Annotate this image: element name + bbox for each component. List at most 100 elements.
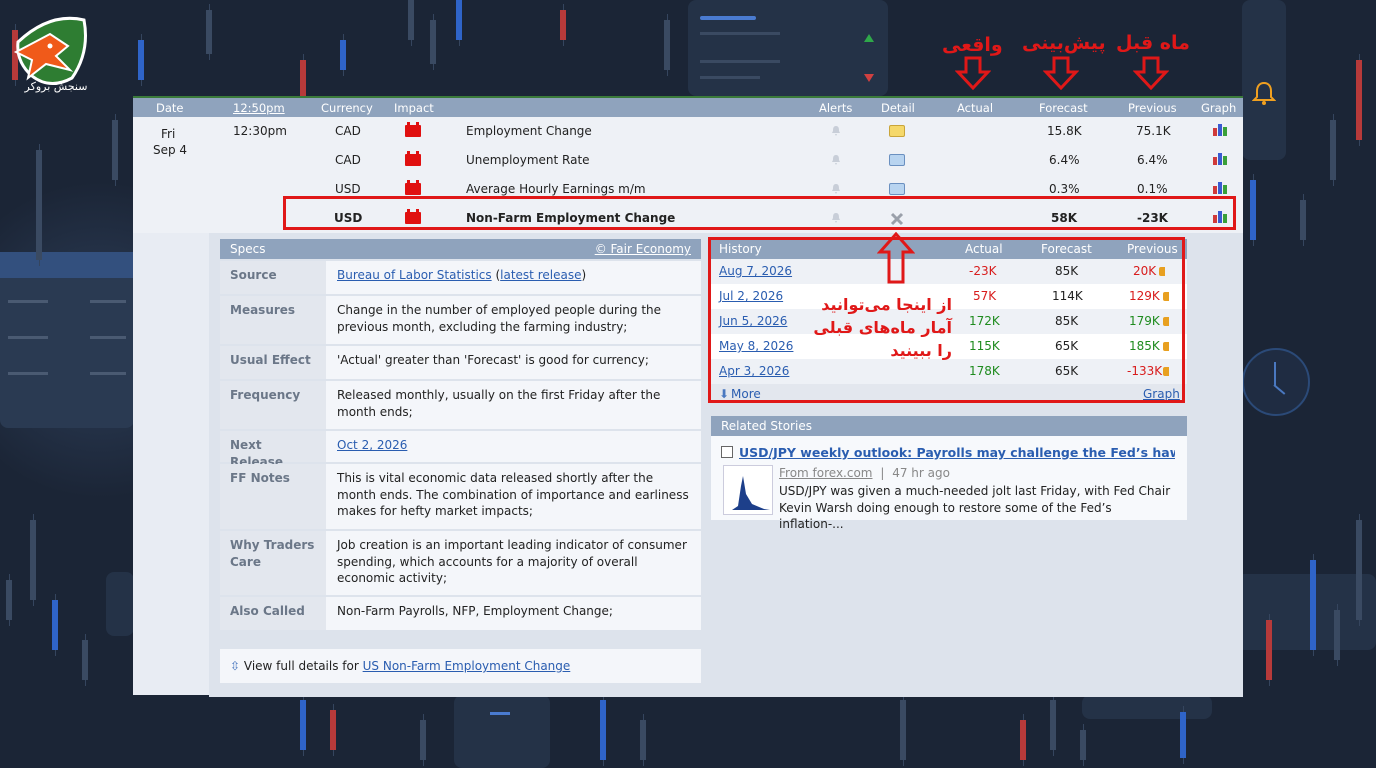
high-impact-icon <box>405 180 421 195</box>
spec-value: Released monthly, usually on the first F… <box>337 388 661 419</box>
candle <box>30 520 36 600</box>
spec-value: Non-Farm Payrolls, NFP, Employment Chang… <box>337 604 613 618</box>
candle <box>82 640 88 680</box>
candle <box>340 40 346 70</box>
spec-value: Oct 2, 2026 <box>327 431 701 460</box>
spec-value: 'Actual' greater than 'Forecast' is good… <box>337 353 649 367</box>
spec-row-also-called: Also Called Non-Farm Payrolls, NFP, Empl… <box>220 597 701 630</box>
event-row[interactable]: 12:30pm CAD Employment Change 15.8K 75.1… <box>133 117 1243 146</box>
event-name[interactable]: Average Hourly Earnings m/m <box>466 182 646 196</box>
bar-chart-icon[interactable] <box>1212 181 1228 195</box>
event-row[interactable]: CAD Unemployment Rate 6.4% 6.4% <box>133 146 1243 175</box>
event-name[interactable]: Employment Change <box>466 124 592 138</box>
col-actual: Actual <box>957 101 994 115</box>
spec-row-usual-effect: Usual Effect 'Actual' greater than 'Fore… <box>220 346 701 379</box>
spec-value: This is vital economic data released sho… <box>337 471 689 518</box>
candle <box>456 0 462 40</box>
event-currency: CAD <box>335 124 361 138</box>
expand-icon: ⇳ <box>230 659 241 673</box>
bell-alert-icon[interactable] <box>831 125 841 137</box>
highlight-nfp-row <box>283 196 1236 230</box>
bell-alert-icon[interactable] <box>831 154 841 166</box>
history-annotation-line: را ببینید <box>890 341 952 360</box>
arrow-down-icon <box>955 56 991 90</box>
related-title: Related Stories <box>721 419 812 433</box>
arrow-up-icon <box>877 232 915 284</box>
high-impact-icon <box>405 151 421 166</box>
spec-label: FF Notes <box>220 464 326 529</box>
latest-release-link[interactable]: latest release <box>500 268 581 282</box>
col-forecast: Forecast <box>1039 101 1088 115</box>
bar-chart-icon[interactable] <box>1212 123 1228 137</box>
spec-label: Measures <box>220 296 326 344</box>
folder-icon[interactable] <box>889 183 905 195</box>
story-headline[interactable]: USD/JPY weekly outlook: Payrolls may cha… <box>739 445 1175 460</box>
candle <box>1310 560 1316 650</box>
bell-alert-icon[interactable] <box>831 183 841 195</box>
spec-row-next-release: Next Release Oct 2, 2026 <box>220 431 701 469</box>
candle <box>664 20 670 70</box>
history-annotation: از اینجا می‌توانید آمار ماه‌های قبلی را … <box>800 293 952 362</box>
candle <box>1050 700 1056 750</box>
candle <box>1330 120 1336 180</box>
candle <box>1300 200 1306 240</box>
event-previous: 6.4% <box>1137 153 1168 167</box>
related-stories: Related Stories USD/JPY weekly outlook: … <box>711 416 1187 531</box>
annotation-previous: ماه قبل <box>1116 32 1190 54</box>
col-graph: Graph <box>1201 101 1237 115</box>
candle <box>1356 520 1362 620</box>
folder-icon[interactable] <box>889 125 905 137</box>
source-link[interactable]: Bureau of Labor Statistics <box>337 268 492 282</box>
candle <box>1020 720 1026 760</box>
event-currency: CAD <box>335 153 361 167</box>
folder-icon[interactable] <box>889 154 905 166</box>
story-snippet: USD/JPY was given a much-needed jolt las… <box>779 484 1171 531</box>
candle <box>300 60 306 100</box>
col-impact: Impact <box>394 101 434 115</box>
candle <box>560 10 566 40</box>
story-source[interactable]: From forex.com <box>779 466 873 480</box>
spec-label: Frequency <box>220 381 326 429</box>
candle <box>430 20 436 64</box>
annotation-actual: واقعی <box>942 34 1003 56</box>
specs-title: Specs <box>230 242 266 256</box>
story-age: 47 hr ago <box>892 466 950 480</box>
candle <box>1080 730 1086 760</box>
story-item[interactable]: USD/JPY weekly outlook: Payrolls may cha… <box>711 436 1187 531</box>
col-currency: Currency <box>321 101 373 115</box>
spec-value: Change in the number of employed people … <box>337 303 662 334</box>
bell-icon[interactable] <box>1251 80 1277 110</box>
article-icon <box>721 446 733 458</box>
candle <box>640 720 646 760</box>
spec-label: Source <box>220 261 326 294</box>
arrow-down-icon <box>1043 56 1079 90</box>
brand-name: سنجش بروکر <box>24 80 88 93</box>
fair-economy-link[interactable]: © Fair Economy <box>595 242 691 256</box>
col-time[interactable]: 12:50pm <box>233 101 285 115</box>
spec-label: Next Release <box>220 431 326 469</box>
spec-label: Also Called <box>220 597 326 630</box>
view-full-link[interactable]: US Non-Farm Employment Change <box>363 659 571 673</box>
specs-header: Specs © Fair Economy <box>220 239 701 259</box>
spec-row-ff-notes: FF Notes This is vital economic data rel… <box>220 464 701 529</box>
event-previous: 75.1K <box>1136 124 1171 138</box>
bar-chart-icon[interactable] <box>1212 152 1228 166</box>
candle <box>206 10 212 54</box>
candle <box>300 700 306 750</box>
candle <box>1180 712 1186 758</box>
col-detail: Detail <box>881 101 915 115</box>
spec-row-why-traders-care: Why Traders Care Job creation is an impo… <box>220 531 701 595</box>
event-time: 12:30pm <box>233 124 287 138</box>
col-previous: Previous <box>1128 101 1177 115</box>
event-name[interactable]: Unemployment Rate <box>466 153 590 167</box>
related-header: Related Stories <box>711 416 1187 436</box>
candle <box>1250 180 1256 240</box>
spec-value: Bureau of Labor Statistics (latest relea… <box>337 268 587 282</box>
next-release-link[interactable]: Oct 2, 2026 <box>337 438 407 452</box>
candle <box>36 150 42 260</box>
candle <box>408 0 414 40</box>
candle <box>1356 60 1362 140</box>
candle <box>420 720 426 760</box>
annotation-forecast: پیش‌بینی <box>1022 32 1106 54</box>
candle <box>112 120 118 180</box>
